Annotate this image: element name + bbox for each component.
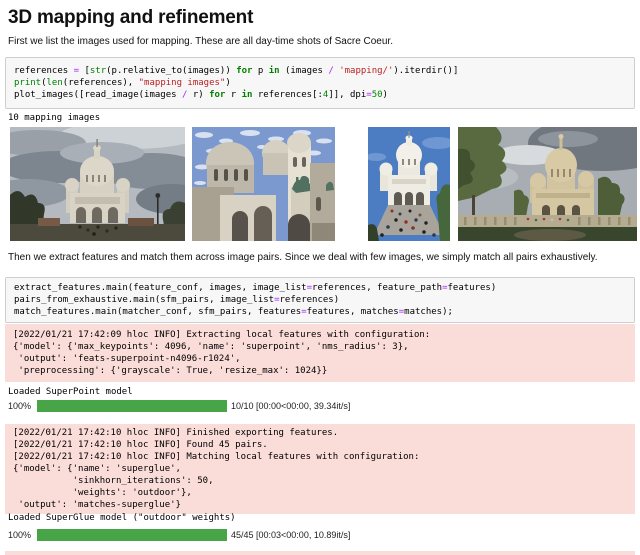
mapping-image-4: [458, 127, 637, 241]
mapping-image-2: [192, 127, 335, 241]
mapping-image-3: [368, 127, 450, 241]
page-title: 3D mapping and refinement: [8, 7, 254, 28]
stdout-mapping-count: 10 mapping images: [8, 113, 101, 123]
stdout-loaded-superpoint: Loaded SuperPoint model: [8, 387, 133, 397]
progress-percent: 100%: [8, 530, 32, 540]
progress-fill: [37, 529, 227, 541]
stderr-match-log: [2022/01/21 17:42:10 hloc INFO] Finished…: [5, 424, 635, 514]
progress-percent: 100%: [8, 401, 32, 411]
code-listing-extract-match: extract_features.main(feature_conf, imag…: [14, 283, 497, 317]
progress-bar-extract: 100% 10/10 [00:00<00:00, 39.34it/s]: [8, 399, 350, 413]
stderr-next-block-edge: [5, 551, 635, 555]
progress-status: 45/45 [00:03<00:00, 10.89it/s]: [231, 530, 351, 540]
code-cell-list-images[interactable]: references = [str(p.relative_to(images))…: [5, 57, 635, 109]
progress-fill: [37, 400, 227, 412]
intro-text: First we list the images used for mappin…: [8, 36, 393, 47]
progress-bar-match: 100% 45/45 [00:03<00:00, 10.89it/s]: [8, 528, 350, 542]
code-cell-extract-match[interactable]: extract_features.main(feature_conf, imag…: [5, 277, 635, 323]
stdout-loaded-superglue: Loaded SuperGlue model ("outdoor" weight…: [8, 513, 236, 523]
progress-status: 10/10 [00:00<00:00, 39.34it/s]: [231, 401, 351, 411]
code-listing-list-images: references = [str(p.relative_to(images))…: [14, 66, 459, 100]
mapping-image-1: [10, 127, 185, 241]
matching-text: Then we extract features and match them …: [8, 252, 598, 263]
stderr-extract-log: [2022/01/21 17:42:09 hloc INFO] Extracti…: [5, 324, 635, 382]
notebook-page: 3D mapping and refinement First we list …: [0, 0, 640, 555]
